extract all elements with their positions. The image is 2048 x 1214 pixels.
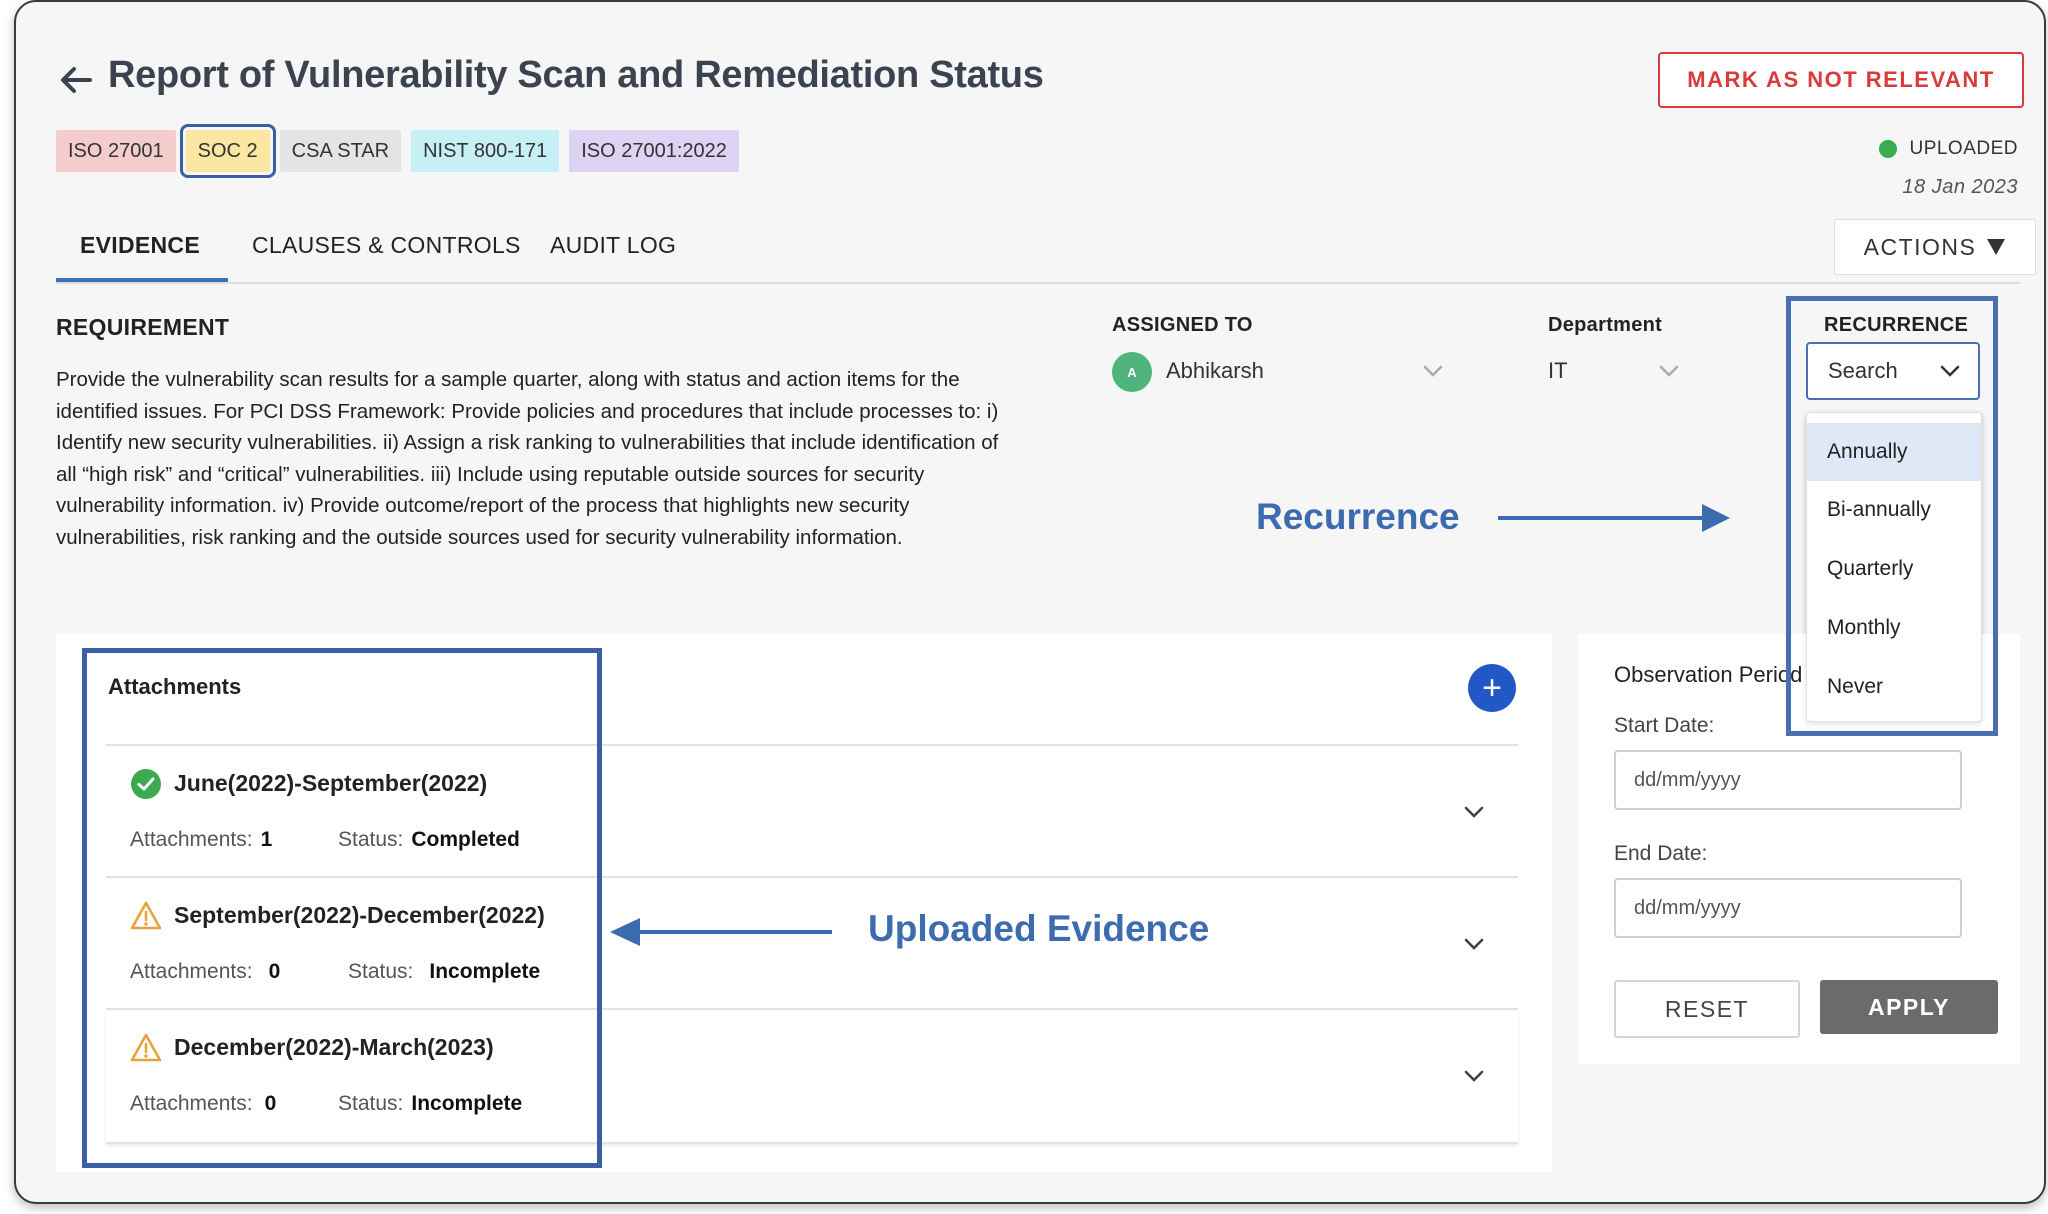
chevron-down-icon[interactable] (1460, 798, 1488, 826)
check-circle-icon (131, 769, 161, 799)
assignee-name[interactable]: Abhikarsh (1166, 358, 1264, 384)
tag-nist-800-171[interactable]: NIST 800-171 (411, 130, 560, 172)
tag-soc-2[interactable]: SOC 2 (179, 124, 276, 178)
apply-button[interactable]: APPLY (1820, 980, 1998, 1034)
assignee-chevron-down-icon[interactable] (1420, 358, 1446, 384)
warning-icon (130, 901, 162, 930)
department-label: Department (1548, 314, 1663, 336)
end-date-label: End Date: (1614, 842, 1708, 865)
department-chevron-down-icon[interactable] (1656, 358, 1682, 384)
plus-icon: + (1482, 669, 1502, 707)
chevron-down-icon[interactable] (1460, 1062, 1488, 1090)
warning-icon (130, 1033, 162, 1062)
chevron-down-icon[interactable] (1460, 930, 1488, 958)
department-value[interactable]: IT (1548, 358, 1568, 384)
attachment-count: Attachments: 1 (130, 828, 273, 851)
actions-label: ACTIONS (1863, 233, 1977, 260)
end-date-input[interactable] (1614, 878, 1962, 938)
attachment-row[interactable]: December(2022)-March(2023) Attachments: 0… (106, 1008, 1518, 1144)
recurrence-select[interactable]: Search (1806, 342, 1980, 400)
page-title: Report of Vulnerability Scan and Remedia… (108, 54, 1044, 96)
upload-status: UPLOADED (1879, 138, 2018, 160)
recurrence-option-annually[interactable]: Annually (1807, 423, 1981, 481)
avatar: A (1112, 352, 1152, 392)
reset-button[interactable]: RESET (1614, 980, 1800, 1038)
recurrence-option-bi-annually[interactable]: Bi-annually (1807, 481, 1981, 539)
actions-button[interactable]: ACTIONS (1834, 219, 2036, 275)
mark-not-relevant-button[interactable]: MARK AS NOT RELEVANT (1658, 52, 2024, 108)
status-dot-icon (1879, 140, 1898, 158)
recurrence-select-value: Search (1828, 358, 1898, 383)
tag-csa-star[interactable]: CSA STAR (279, 130, 402, 172)
attachment-row[interactable]: June(2022)-September(2022) Attachments: 1… (106, 744, 1518, 878)
status-text: UPLOADED (1909, 138, 2018, 159)
start-date-label: Start Date: (1614, 714, 1715, 737)
attachment-period: June(2022)-September(2022) (174, 770, 488, 796)
attachment-status: Status: Incomplete (338, 1092, 523, 1115)
uploaded-evidence-annotation: Uploaded Evidence (868, 908, 1210, 949)
back-arrow-icon[interactable] (56, 60, 96, 100)
recurrence-option-never[interactable]: Never (1807, 658, 1981, 716)
right-arrow-icon (1498, 504, 1730, 532)
tab-audit-log[interactable]: AUDIT LOG (550, 232, 676, 259)
active-tab-indicator (56, 278, 228, 282)
left-arrow-icon (610, 918, 832, 946)
attachment-count: Attachments: 0 (130, 960, 281, 983)
recurrence-option-quarterly[interactable]: Quarterly (1807, 540, 1981, 598)
assigned-to-label: ASSIGNED TO (1112, 314, 1253, 336)
tag-iso-27001[interactable]: ISO 27001 (56, 130, 176, 172)
attachment-status: Status: Completed (338, 828, 520, 851)
attachments-title: Attachments (108, 674, 242, 699)
observation-title: Observation Period (1614, 662, 1803, 687)
framework-tags: ISO 27001 SOC 2 CSA STAR NIST 800-171 IS… (56, 124, 739, 178)
recurrence-option-monthly[interactable]: Monthly (1807, 599, 1981, 657)
recurrence-annotation: Recurrence (1256, 496, 1460, 537)
requirement-text: Provide the vulnerability scan results f… (56, 368, 999, 549)
chevron-down-icon (1940, 365, 1960, 377)
start-date-input[interactable] (1614, 750, 1962, 810)
triangle-down-icon (1987, 239, 2006, 255)
requirement-heading: REQUIREMENT (56, 314, 230, 340)
attachment-status: Status: Incomplete (348, 960, 541, 983)
attachment-period: September(2022)-December(2022) (174, 902, 545, 928)
app-window: Report of Vulnerability Scan and Remedia… (14, 0, 2046, 1204)
recurrence-dropdown-overlay: Annually Bi-annually Quarterly Monthly N… (1806, 412, 1982, 722)
attachment-count: Attachments: 0 (130, 1092, 277, 1115)
recurrence-label: RECURRENCE (1824, 314, 1969, 336)
tab-clauses-controls[interactable]: CLAUSES & CONTROLS (252, 232, 521, 259)
tag-iso-27001-2022[interactable]: ISO 27001:2022 (569, 130, 739, 172)
tab-bar: EVIDENCE CLAUSES & CONTROLS AUDIT LOG (56, 214, 2020, 284)
tab-evidence[interactable]: EVIDENCE (80, 232, 200, 259)
add-attachment-button[interactable]: + (1468, 664, 1516, 712)
status-date: 18 Jan 2023 (1902, 176, 2018, 198)
attachment-period: December(2022)-March(2023) (174, 1034, 494, 1060)
